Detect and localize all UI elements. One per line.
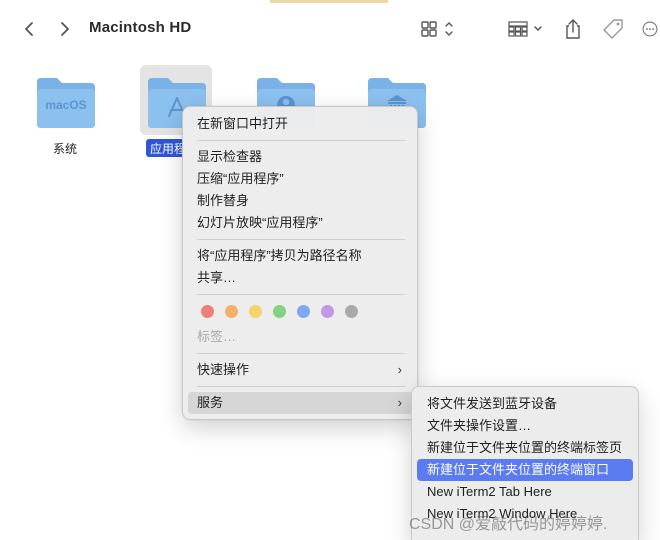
menu-item-tags[interactable]: 标签… [188, 326, 414, 348]
finder-toolbar: Macintosh HD [0, 0, 660, 58]
service-label: 新建位于文件夹位置的终端标签页 [427, 440, 623, 455]
macos-folder-icon[interactable]: macOS [35, 74, 97, 130]
menu-item-label: 标签… [197, 329, 237, 344]
tag-dot-gray[interactable] [345, 305, 358, 318]
menu-item-services[interactable]: 服务 › [188, 392, 414, 414]
submenu-arrow-icon: › [397, 362, 402, 377]
group-view-icon [508, 21, 542, 37]
menu-item-compress[interactable]: 压缩“应用程序” [188, 168, 414, 190]
menu-separator [197, 353, 405, 354]
group-button[interactable] [506, 16, 546, 42]
view-mode-button[interactable] [418, 16, 458, 42]
tag-dot-red[interactable] [201, 305, 214, 318]
tag-dot-green[interactable] [273, 305, 286, 318]
menu-separator [197, 239, 405, 240]
service-terminal-window[interactable]: 新建位于文件夹位置的终端窗口 [417, 459, 633, 481]
tag-dot-yellow[interactable] [249, 305, 262, 318]
window-title: Macintosh HD [89, 19, 192, 36]
service-iterm2-tab[interactable]: New iTerm2 Tab Here [417, 481, 633, 503]
service-label: 文件夹操作设置… [427, 418, 532, 433]
context-menu: 在新窗口中打开 显示检查器 压缩“应用程序” 制作替身 幻灯片放映“应用程序” … [182, 106, 418, 420]
service-terminal-tab[interactable]: 新建位于文件夹位置的终端标签页 [417, 437, 633, 459]
service-label: 将文件发送到蓝牙设备 [427, 396, 558, 411]
service-label: 新建位于文件夹位置的终端窗口 [427, 462, 610, 477]
back-button[interactable] [18, 17, 40, 41]
menu-separator [197, 294, 405, 295]
menu-item-open-new-window[interactable]: 在新窗口中打开 [188, 113, 414, 135]
tag-dot-purple[interactable] [321, 305, 334, 318]
menu-item-make-alias[interactable]: 制作替身 [188, 190, 414, 212]
forward-button[interactable] [54, 17, 76, 41]
tag-icon [603, 19, 623, 39]
service-bluetooth-send[interactable]: 将文件发送到蓝牙设备 [417, 393, 633, 415]
service-label: New iTerm2 Tab Here [427, 484, 552, 499]
menu-item-label: 在新窗口中打开 [197, 116, 289, 131]
menu-item-label: 共享… [197, 270, 237, 285]
menu-item-share[interactable]: 共享… [188, 267, 414, 289]
folder-label-applications: 应用程序 [146, 139, 184, 157]
more-button[interactable] [640, 16, 660, 42]
share-icon [566, 19, 580, 39]
grid-view-icon [421, 21, 453, 37]
service-folder-actions[interactable]: 文件夹操作设置… [417, 415, 633, 437]
menu-separator [197, 386, 405, 387]
menu-item-label: 将“应用程序”拷贝为路径名称 [197, 248, 362, 263]
chevron-right-icon [61, 22, 69, 36]
tag-dot-orange[interactable] [225, 305, 238, 318]
menu-item-label: 压缩“应用程序” [197, 171, 284, 186]
menu-item-show-inspector[interactable]: 显示检查器 [188, 146, 414, 168]
top-strip [270, 0, 388, 3]
share-button[interactable] [562, 16, 584, 42]
folder-label-system: 系统 [53, 142, 78, 156]
menu-separator [197, 140, 405, 141]
menu-item-label: 制作替身 [197, 193, 250, 208]
menu-item-label: 幻灯片放映“应用程序” [197, 215, 323, 230]
macos-badge: macOS [45, 98, 86, 112]
menu-item-quick-actions[interactable]: 快速操作 › [188, 359, 414, 381]
menu-item-slideshow[interactable]: 幻灯片放映“应用程序” [188, 212, 414, 234]
chevron-left-icon [25, 22, 33, 36]
tag-button[interactable] [600, 16, 626, 42]
menu-item-label: 服务 [197, 395, 224, 410]
menu-item-label: 快速操作 [197, 362, 250, 377]
tag-dot-blue[interactable] [297, 305, 310, 318]
submenu-arrow-icon: › [397, 395, 402, 410]
watermark: CSDN @爱敲代码的婷婷婷. [409, 516, 608, 533]
more-icon [642, 21, 658, 37]
menu-item-label: 显示检查器 [197, 149, 263, 164]
menu-item-copy-path[interactable]: 将“应用程序”拷贝为路径名称 [188, 245, 414, 267]
